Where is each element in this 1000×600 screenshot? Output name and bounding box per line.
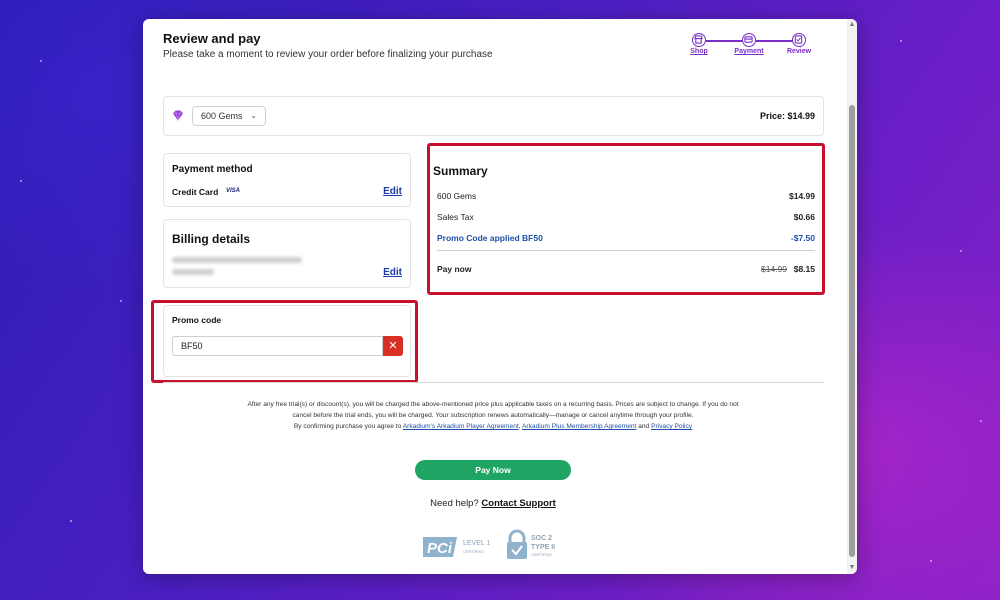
- payment-method-title: Payment method: [172, 164, 253, 175]
- close-icon: ✕: [388, 340, 398, 352]
- billing-address-redacted: [172, 269, 214, 275]
- legal-disclaimer: After any free trial(s) or discount(s), …: [243, 399, 743, 432]
- edit-billing-link[interactable]: Edit: [383, 267, 402, 278]
- soc2-certified-badge: SOC 2 TYPE II CERTIFIED: [507, 529, 555, 559]
- page-subtitle: Please take a moment to review your orde…: [163, 49, 493, 60]
- summary-row-value: $0.66: [793, 212, 815, 222]
- step-label-review: Review: [786, 48, 812, 55]
- soc-certified-text: CERTIFIED: [531, 552, 552, 557]
- summary-row-value: -$7.50: [790, 233, 815, 243]
- privacy-policy-link[interactable]: Privacy Policy: [651, 423, 692, 430]
- player-agreement-link[interactable]: Arkadium's Arkadium Player Agreement: [403, 423, 519, 430]
- soc-line2-text: TYPE II: [531, 544, 555, 551]
- help-line: Need help? Contact Support: [143, 498, 843, 509]
- order-summary: Summary 600 Gems $14.99 Sales Tax $0.66 …: [430, 146, 822, 292]
- scrollbar-thumb[interactable]: [849, 105, 855, 557]
- gems-package-value: 600 Gems: [201, 111, 243, 121]
- billing-address-redacted: [172, 257, 302, 263]
- disclaimer-text: After any free trial(s) or discount(s), …: [247, 401, 739, 419]
- pci-certified-text: CERTIFIED: [463, 549, 484, 554]
- review-and-pay-dialog: Review and pay Please take a moment to r…: [143, 19, 857, 574]
- summary-row-label: Promo Code applied BF50: [437, 233, 543, 243]
- promo-code-card: Promo code BF50 ✕: [163, 305, 411, 377]
- payment-method-card: Payment method Credit Card VISA Edit: [163, 153, 411, 207]
- pay-now-label: Pay now: [437, 264, 472, 274]
- review-icon: [794, 35, 803, 44]
- pay-now-button[interactable]: Pay Now: [415, 460, 571, 480]
- agreement-text: By confirming purchase you agree to Arka…: [293, 423, 693, 430]
- help-text: Need help?: [430, 498, 479, 509]
- promo-code-title: Promo code: [172, 315, 222, 325]
- step-label-shop[interactable]: Shop: [679, 48, 719, 55]
- page-title: Review and pay: [163, 31, 261, 46]
- promo-code-input[interactable]: BF50: [172, 336, 383, 356]
- step-payment[interactable]: Payment: [729, 33, 769, 55]
- summary-row-promo: Promo Code applied BF50 -$7.50: [437, 233, 815, 243]
- contact-support-link[interactable]: Contact Support: [481, 498, 555, 509]
- visa-logo: VISA: [226, 188, 241, 194]
- summary-row-value: $14.99: [789, 191, 815, 201]
- original-total: $14.99: [761, 264, 787, 274]
- pci-level-text: LEVEL 1: [463, 540, 490, 547]
- gems-package-dropdown[interactable]: 600 Gems ⌄: [192, 106, 266, 126]
- payment-icon: [744, 36, 753, 43]
- payment-method-value: Credit Card: [172, 187, 219, 197]
- step-review: Review: [779, 33, 819, 55]
- scroll-up-icon[interactable]: ▲: [848, 21, 856, 29]
- edit-payment-link[interactable]: Edit: [383, 186, 402, 197]
- pay-now-row: Pay now $14.99 $8.15: [437, 264, 815, 274]
- summary-row-label: Sales Tax: [437, 212, 474, 222]
- summary-row: Sales Tax $0.66: [437, 212, 815, 222]
- price-label: Price: $14.99: [759, 111, 815, 121]
- shop-icon: [694, 35, 703, 44]
- pci-logo-text: PCi: [427, 540, 453, 557]
- checkout-stepper: Shop Payment Review: [679, 33, 829, 73]
- summary-divider: [437, 250, 815, 251]
- billing-details-card: Billing details Edit: [163, 219, 411, 288]
- discounted-total: $8.15: [793, 264, 815, 274]
- summary-title: Summary: [433, 164, 488, 178]
- product-selector-row: 600 Gems ⌄ Price: $14.99: [163, 96, 824, 136]
- chevron-down-icon: ⌄: [250, 111, 257, 120]
- summary-row: 600 Gems $14.99: [437, 191, 815, 201]
- soc-line1-text: SOC 2: [531, 535, 552, 542]
- summary-row-label: 600 Gems: [437, 191, 477, 201]
- pci-certified-badge: PCi LEVEL 1 CERTIFIED: [423, 537, 490, 557]
- step-label-payment[interactable]: Payment: [729, 48, 769, 55]
- section-divider: [163, 382, 824, 383]
- agreement-prefix: By confirming purchase you agree to: [293, 423, 402, 430]
- scroll-down-icon[interactable]: ▼: [848, 564, 856, 572]
- billing-details-title: Billing details: [172, 232, 251, 246]
- agreement-and: and: [638, 423, 650, 430]
- gem-icon: [173, 110, 183, 121]
- clear-promo-button[interactable]: ✕: [383, 336, 403, 356]
- step-shop[interactable]: Shop: [679, 33, 719, 55]
- membership-agreement-link[interactable]: Arkadium Plus Membership Agreement: [522, 423, 636, 430]
